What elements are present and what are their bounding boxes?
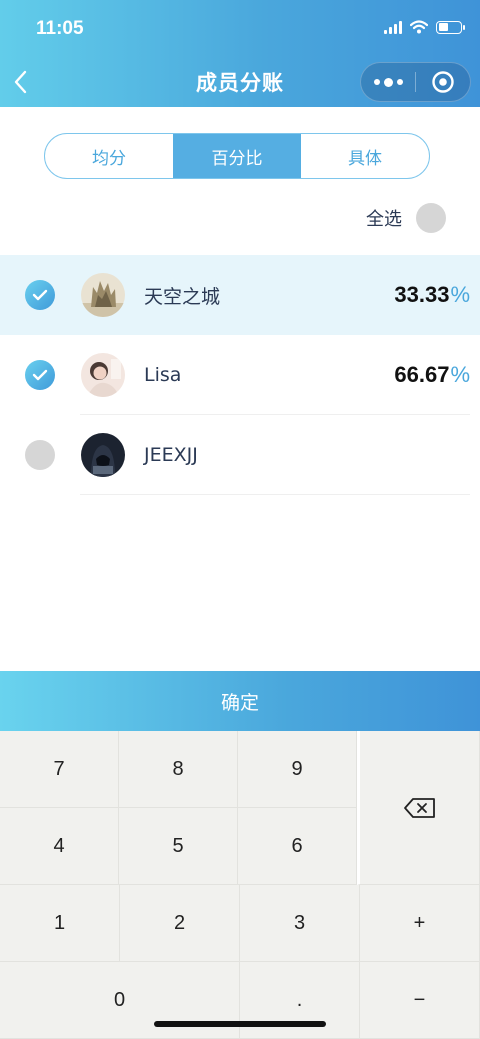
row-divider [80,494,470,495]
split-mode-tabs: 均分 百分比 具体 [44,133,430,179]
confirm-button[interactable]: 确定 [0,671,480,731]
key-dot[interactable]: . [240,962,360,1039]
key-2[interactable]: 2 [120,885,240,962]
more-dot-icon [373,79,380,85]
key-1[interactable]: 1 [0,885,120,962]
member-checkbox[interactable] [25,280,55,310]
member-name: 天空之城 [144,285,221,308]
close-mini-program-button[interactable] [416,63,470,101]
home-indicator [154,1021,326,1027]
header: 11:05 成员分账 [0,0,480,107]
member-row[interactable]: JEEXJJ [0,415,480,495]
key-6[interactable]: 6 [238,808,357,885]
member-checkbox[interactable] [25,360,55,390]
numeric-keypad: 7 8 9 4 5 6 1 2 3 + 0 . − [0,731,480,1039]
tab-percent[interactable]: 百分比 [173,134,301,178]
mini-program-capsule [360,62,471,102]
member-name: JEEXJJ [144,444,198,466]
tab-specific[interactable]: 具体 [301,134,429,178]
checkmark-icon [32,369,48,381]
checkmark-icon [32,289,48,301]
member-checkbox[interactable] [25,440,55,470]
member-percent[interactable]: 33.33% [394,282,470,308]
select-all-label: 全选 [366,209,402,230]
key-9[interactable]: 9 [238,731,357,808]
key-5[interactable]: 5 [119,808,238,885]
avatar-castle-image [81,273,125,317]
key-plus[interactable]: + [360,885,480,962]
select-all[interactable]: 全选 [366,203,446,233]
key-3[interactable]: 3 [240,885,360,962]
wifi-icon [410,20,428,34]
key-7[interactable]: 7 [0,731,119,808]
avatar-hooded-image [81,433,125,477]
avatar [81,433,125,477]
avatar [81,353,125,397]
member-percent[interactable]: 66.67% [394,362,470,388]
avatar [81,273,125,317]
backspace-icon [403,797,435,818]
percent-symbol: % [450,282,470,307]
backspace-key[interactable] [357,731,480,885]
more-menu-button[interactable] [361,63,415,101]
member-name: Lisa [144,364,182,386]
battery-icon [436,20,465,34]
percent-value: 66.67 [394,362,450,387]
member-row[interactable]: 天空之城 33.33% [0,255,480,335]
status-icons [384,20,465,34]
member-row[interactable]: Lisa 66.67% [0,335,480,415]
more-dot-icon [383,77,393,87]
avatar-girl-image [81,353,125,397]
key-4[interactable]: 4 [0,808,119,885]
tab-equal[interactable]: 均分 [45,134,173,178]
key-minus[interactable]: − [360,962,480,1039]
key-8[interactable]: 8 [119,731,238,808]
percent-value: 33.33 [394,282,450,307]
member-list: 天空之城 33.33% Lisa 66.67% JEEXJJ [0,255,480,495]
key-0[interactable]: 0 [0,962,240,1039]
target-circle-icon [432,71,454,93]
more-dot-icon [396,79,403,85]
status-time: 11:05 [36,18,84,39]
select-all-checkbox[interactable] [416,203,446,233]
percent-symbol: % [450,362,470,387]
signal-icon [384,20,402,34]
member-percent[interactable] [469,442,470,468]
